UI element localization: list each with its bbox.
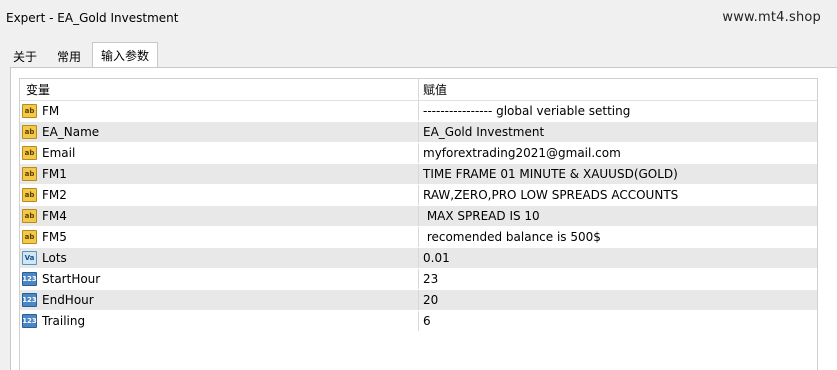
table-row[interactable]: Va Lots 0.01 [20,248,817,269]
table-row[interactable]: ab FM2 RAW,ZERO,PRO LOW SPREADS ACCOUNTS [20,185,817,206]
table-row[interactable]: 123 Trailing 6 [20,311,817,332]
table-row[interactable]: ab FM1 TIME FRAME 01 MINUTE & XAUUSD(GOLD) [20,164,817,185]
parameters-table: 变量 赋值 ab FM ---------------- global veriab… [19,78,818,370]
value-cell[interactable]: 23 [419,269,817,289]
table-row[interactable]: ab EA_Name EA_Gold Investment [20,122,817,143]
value-cell[interactable]: ---------------- global veriable setting [419,101,817,121]
variable-cell[interactable]: Va Lots [20,248,419,268]
variable-name: Email [42,146,76,160]
table-row[interactable]: ab FM5 recomended balance is 500$ [20,227,817,248]
variable-cell[interactable]: ab FM4 [20,206,419,226]
variable-name: StartHour [42,272,101,286]
tab-about[interactable]: 关于 [4,44,46,68]
double-value-icon: Va [22,251,37,265]
ab-string-icon: ab [22,146,37,160]
variable-name: Lots [42,251,67,265]
value-cell[interactable]: 0.01 [419,248,817,268]
tab-input-parameters[interactable]: 输入参数 [92,42,159,69]
variable-cell[interactable]: 123 EndHour [20,290,419,310]
value-cell[interactable]: MAX SPREAD IS 10 [419,206,817,226]
variable-name: EA_Name [42,125,100,139]
variable-name: FM2 [42,188,67,202]
value-cell[interactable]: TIME FRAME 01 MINUTE & XAUUSD(GOLD) [419,164,817,184]
table-row[interactable]: ab FM ---------------- global veriable set… [20,101,817,122]
ab-string-icon: ab [22,104,37,118]
variable-name: FM5 [42,230,67,244]
tab-common[interactable]: 常用 [48,44,90,68]
variable-cell[interactable]: 123 Trailing [20,311,419,331]
variable-cell[interactable]: ab FM1 [20,164,419,184]
value-cell[interactable]: myforextrading2021@gmail.com [419,143,817,163]
variable-name: Trailing [42,314,86,328]
table-header: 变量 赋值 [20,79,817,101]
variable-name: FM4 [42,209,67,223]
value-cell[interactable]: 6 [419,311,817,331]
variable-cell[interactable]: ab FM5 [20,227,419,247]
variable-cell[interactable]: ab FM [20,101,419,121]
variable-name: EndHour [42,293,94,307]
value-cell[interactable]: 20 [419,290,817,310]
ab-string-icon: ab [22,167,37,181]
table-row[interactable]: 123 StartHour 23 [20,269,817,290]
variable-cell[interactable]: ab EA_Name [20,122,419,142]
variable-cell[interactable]: 123 StartHour [20,269,419,289]
integer-123-icon: 123 [22,314,37,328]
window-title: Expert - EA_Gold Investment [6,11,179,25]
table-row[interactable]: 123 EndHour 20 [20,290,817,311]
table-body: ab FM ---------------- global veriable set… [20,101,817,332]
table-row[interactable]: ab Email myforextrading2021@gmail.com [20,143,817,164]
integer-123-icon: 123 [22,272,37,286]
variable-name: FM1 [42,167,67,181]
value-cell[interactable]: EA_Gold Investment [419,122,817,142]
column-header-variable[interactable]: 变量 [20,79,419,100]
ab-string-icon: ab [22,230,37,244]
table-row[interactable]: ab FM4 MAX SPREAD IS 10 [20,206,817,227]
variable-cell[interactable]: ab Email [20,143,419,163]
watermark-text: www.mt4.shop [722,10,821,25]
ab-string-icon: ab [22,125,37,139]
value-cell[interactable]: recomended balance is 500$ [419,227,817,247]
ab-string-icon: ab [22,188,37,202]
column-header-value[interactable]: 赋值 [419,79,817,100]
tab-bar: 关于 常用 输入参数 [4,41,160,69]
variable-cell[interactable]: ab FM2 [20,185,419,205]
variable-name: FM [42,104,60,118]
ab-string-icon: ab [22,209,37,223]
tab-panel: 变量 赋值 ab FM ---------------- global veriab… [10,67,837,370]
value-cell[interactable]: RAW,ZERO,PRO LOW SPREADS ACCOUNTS [419,185,817,205]
title-bar: Expert - EA_Gold Investment www.mt4.shop [0,0,837,36]
integer-123-icon: 123 [22,293,37,307]
